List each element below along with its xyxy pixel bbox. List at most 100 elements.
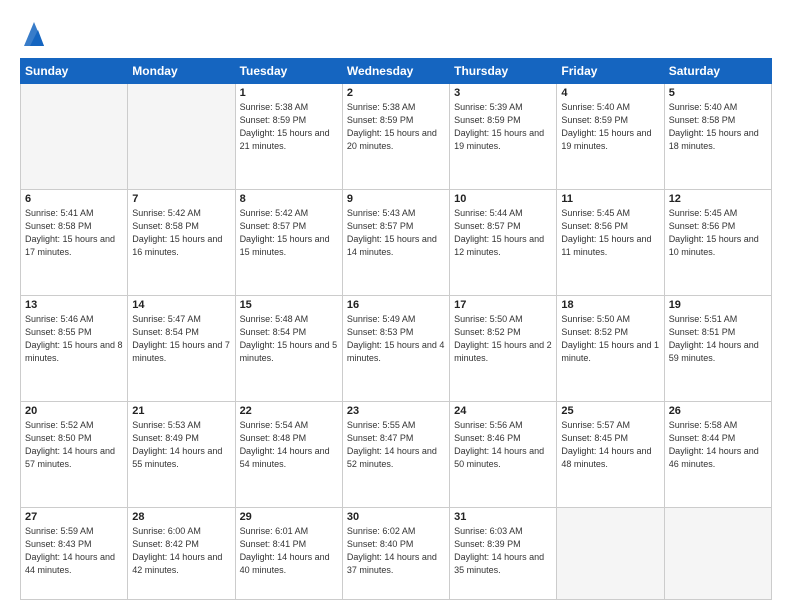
day-info: Sunrise: 5:51 AMSunset: 8:51 PMDaylight:… bbox=[669, 313, 767, 365]
day-number: 10 bbox=[454, 193, 552, 205]
header-sunday: Sunday bbox=[21, 59, 128, 84]
day-number: 16 bbox=[347, 299, 445, 311]
day-number: 7 bbox=[132, 193, 230, 205]
day-info: Sunrise: 5:57 AMSunset: 8:45 PMDaylight:… bbox=[561, 419, 659, 471]
day-number: 30 bbox=[347, 511, 445, 523]
day-number: 1 bbox=[240, 87, 338, 99]
header-friday: Friday bbox=[557, 59, 664, 84]
day-number: 23 bbox=[347, 405, 445, 417]
day-number: 13 bbox=[25, 299, 123, 311]
table-row: 10 Sunrise: 5:44 AMSunset: 8:57 PMDayligh… bbox=[450, 190, 557, 296]
table-row: 9 Sunrise: 5:43 AMSunset: 8:57 PMDaylight… bbox=[342, 190, 449, 296]
day-number: 27 bbox=[25, 511, 123, 523]
day-info: Sunrise: 5:50 AMSunset: 8:52 PMDaylight:… bbox=[454, 313, 552, 365]
day-info: Sunrise: 5:56 AMSunset: 8:46 PMDaylight:… bbox=[454, 419, 552, 471]
table-row bbox=[128, 84, 235, 190]
day-info: Sunrise: 5:42 AMSunset: 8:58 PMDaylight:… bbox=[132, 207, 230, 259]
table-row: 28 Sunrise: 6:00 AMSunset: 8:42 PMDayligh… bbox=[128, 508, 235, 600]
day-info: Sunrise: 5:55 AMSunset: 8:47 PMDaylight:… bbox=[347, 419, 445, 471]
header-saturday: Saturday bbox=[664, 59, 771, 84]
header bbox=[20, 16, 772, 48]
day-number: 6 bbox=[25, 193, 123, 205]
day-number: 3 bbox=[454, 87, 552, 99]
day-info: Sunrise: 5:40 AMSunset: 8:59 PMDaylight:… bbox=[561, 101, 659, 153]
day-number: 31 bbox=[454, 511, 552, 523]
day-info: Sunrise: 5:53 AMSunset: 8:49 PMDaylight:… bbox=[132, 419, 230, 471]
day-info: Sunrise: 5:38 AMSunset: 8:59 PMDaylight:… bbox=[240, 101, 338, 153]
day-info: Sunrise: 6:03 AMSunset: 8:39 PMDaylight:… bbox=[454, 525, 552, 577]
day-info: Sunrise: 5:40 AMSunset: 8:58 PMDaylight:… bbox=[669, 101, 767, 153]
table-row: 1 Sunrise: 5:38 AMSunset: 8:59 PMDaylight… bbox=[235, 84, 342, 190]
table-row: 23 Sunrise: 5:55 AMSunset: 8:47 PMDayligh… bbox=[342, 402, 449, 508]
day-info: Sunrise: 5:44 AMSunset: 8:57 PMDaylight:… bbox=[454, 207, 552, 259]
day-number: 9 bbox=[347, 193, 445, 205]
table-row: 29 Sunrise: 6:01 AMSunset: 8:41 PMDayligh… bbox=[235, 508, 342, 600]
table-row bbox=[557, 508, 664, 600]
day-info: Sunrise: 5:42 AMSunset: 8:57 PMDaylight:… bbox=[240, 207, 338, 259]
table-row: 26 Sunrise: 5:58 AMSunset: 8:44 PMDayligh… bbox=[664, 402, 771, 508]
day-info: Sunrise: 5:58 AMSunset: 8:44 PMDaylight:… bbox=[669, 419, 767, 471]
table-row: 21 Sunrise: 5:53 AMSunset: 8:49 PMDayligh… bbox=[128, 402, 235, 508]
logo bbox=[20, 16, 46, 48]
day-info: Sunrise: 6:00 AMSunset: 8:42 PMDaylight:… bbox=[132, 525, 230, 577]
header-thursday: Thursday bbox=[450, 59, 557, 84]
day-info: Sunrise: 6:02 AMSunset: 8:40 PMDaylight:… bbox=[347, 525, 445, 577]
table-row: 2 Sunrise: 5:38 AMSunset: 8:59 PMDaylight… bbox=[342, 84, 449, 190]
table-row: 20 Sunrise: 5:52 AMSunset: 8:50 PMDayligh… bbox=[21, 402, 128, 508]
table-row bbox=[21, 84, 128, 190]
day-info: Sunrise: 5:39 AMSunset: 8:59 PMDaylight:… bbox=[454, 101, 552, 153]
day-number: 25 bbox=[561, 405, 659, 417]
table-row bbox=[664, 508, 771, 600]
day-number: 15 bbox=[240, 299, 338, 311]
table-row: 18Sunrise: 5:50 AMSunset: 8:52 PMDayligh… bbox=[557, 296, 664, 402]
day-number: 4 bbox=[561, 87, 659, 99]
day-info: Sunrise: 5:54 AMSunset: 8:48 PMDaylight:… bbox=[240, 419, 338, 471]
day-number: 12 bbox=[669, 193, 767, 205]
day-number: 22 bbox=[240, 405, 338, 417]
day-number: 18 bbox=[561, 299, 659, 311]
day-info: Sunrise: 5:45 AMSunset: 8:56 PMDaylight:… bbox=[561, 207, 659, 259]
day-number: 14 bbox=[132, 299, 230, 311]
day-info: Sunrise: 5:46 AMSunset: 8:55 PMDaylight:… bbox=[25, 313, 123, 365]
table-row: 15 Sunrise: 5:48 AMSunset: 8:54 PMDayligh… bbox=[235, 296, 342, 402]
table-row: 7 Sunrise: 5:42 AMSunset: 8:58 PMDaylight… bbox=[128, 190, 235, 296]
day-number: 11 bbox=[561, 193, 659, 205]
day-info: Sunrise: 5:49 AMSunset: 8:53 PMDaylight:… bbox=[347, 313, 445, 365]
logo-icon bbox=[22, 18, 46, 48]
day-number: 28 bbox=[132, 511, 230, 523]
header-tuesday: Tuesday bbox=[235, 59, 342, 84]
day-number: 21 bbox=[132, 405, 230, 417]
table-row: 12 Sunrise: 5:45 AMSunset: 8:56 PMDayligh… bbox=[664, 190, 771, 296]
day-number: 24 bbox=[454, 405, 552, 417]
day-info: Sunrise: 5:59 AMSunset: 8:43 PMDaylight:… bbox=[25, 525, 123, 577]
table-row: 24 Sunrise: 5:56 AMSunset: 8:46 PMDayligh… bbox=[450, 402, 557, 508]
table-row: 13 Sunrise: 5:46 AMSunset: 8:55 PMDayligh… bbox=[21, 296, 128, 402]
day-info: Sunrise: 5:43 AMSunset: 8:57 PMDaylight:… bbox=[347, 207, 445, 259]
day-number: 19 bbox=[669, 299, 767, 311]
day-number: 20 bbox=[25, 405, 123, 417]
table-row: 5Sunrise: 5:40 AMSunset: 8:58 PMDaylight… bbox=[664, 84, 771, 190]
header-wednesday: Wednesday bbox=[342, 59, 449, 84]
table-row: 27 Sunrise: 5:59 AMSunset: 8:43 PMDayligh… bbox=[21, 508, 128, 600]
day-number: 17 bbox=[454, 299, 552, 311]
day-info: Sunrise: 5:48 AMSunset: 8:54 PMDaylight:… bbox=[240, 313, 338, 365]
table-row: 3 Sunrise: 5:39 AMSunset: 8:59 PMDaylight… bbox=[450, 84, 557, 190]
day-info: Sunrise: 6:01 AMSunset: 8:41 PMDaylight:… bbox=[240, 525, 338, 577]
table-row: 14 Sunrise: 5:47 AMSunset: 8:54 PMDayligh… bbox=[128, 296, 235, 402]
calendar-table: Sunday Monday Tuesday Wednesday Thursday… bbox=[20, 58, 772, 600]
table-row: 31 Sunrise: 6:03 AMSunset: 8:39 PMDayligh… bbox=[450, 508, 557, 600]
table-row: 25 Sunrise: 5:57 AMSunset: 8:45 PMDayligh… bbox=[557, 402, 664, 508]
day-info: Sunrise: 5:52 AMSunset: 8:50 PMDaylight:… bbox=[25, 419, 123, 471]
day-number: 29 bbox=[240, 511, 338, 523]
day-info: Sunrise: 5:47 AMSunset: 8:54 PMDaylight:… bbox=[132, 313, 230, 365]
table-row: 6Sunrise: 5:41 AMSunset: 8:58 PMDaylight… bbox=[21, 190, 128, 296]
table-row: 8 Sunrise: 5:42 AMSunset: 8:57 PMDaylight… bbox=[235, 190, 342, 296]
table-row: 16 Sunrise: 5:49 AMSunset: 8:53 PMDayligh… bbox=[342, 296, 449, 402]
day-number: 26 bbox=[669, 405, 767, 417]
day-info: Sunrise: 5:45 AMSunset: 8:56 PMDaylight:… bbox=[669, 207, 767, 259]
table-row: 17 Sunrise: 5:50 AMSunset: 8:52 PMDayligh… bbox=[450, 296, 557, 402]
table-row: 11 Sunrise: 5:45 AMSunset: 8:56 PMDayligh… bbox=[557, 190, 664, 296]
day-number: 8 bbox=[240, 193, 338, 205]
day-info: Sunrise: 5:38 AMSunset: 8:59 PMDaylight:… bbox=[347, 101, 445, 153]
day-number: 2 bbox=[347, 87, 445, 99]
